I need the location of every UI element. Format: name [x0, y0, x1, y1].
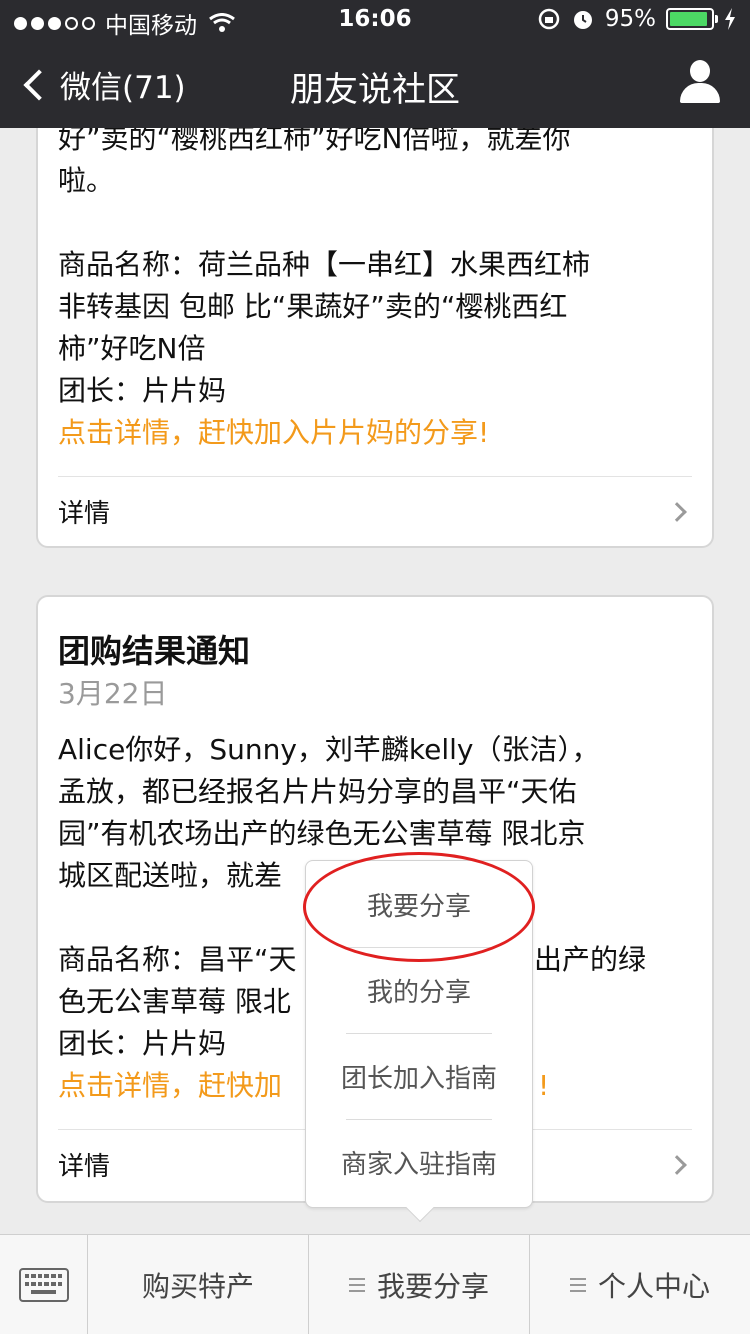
status-bar: 中国移动 16:06 95% — [0, 0, 750, 40]
bottom-toolbar: 购买特产 我要分享 个人中心 — [0, 1234, 750, 1334]
card-text-line: 园”有机农场出产的绿色无公害草莓 限北京 — [58, 817, 586, 850]
card-text-line: 啦。 — [58, 164, 115, 197]
status-right: 95% — [537, 6, 736, 32]
group-leader: 团长：片片妈 — [58, 374, 227, 407]
detail-link[interactable]: 详情 — [58, 476, 692, 546]
card-text-line: Alice你好，Sunny，刘芊麟kelly（张洁）， — [58, 733, 600, 766]
chevron-right-icon — [667, 501, 687, 522]
product-line: 柿”好吃N倍 — [58, 332, 206, 365]
menu-lines-icon — [569, 1277, 586, 1292]
product-line: 非转基因 包邮 比“果蔬好”卖的“樱桃西红 — [58, 290, 568, 323]
rotation-lock-icon — [538, 8, 560, 30]
message-card: 好”卖的“樱桃西红柿”好吃N倍啦，就差你 啦。 商品名称：荷兰品种【一串红】水果… — [36, 128, 714, 548]
join-cta-start: 点击详情，赶快加 — [58, 1069, 283, 1102]
detail-label: 详情 — [58, 499, 111, 529]
menu-lines-icon — [348, 1277, 365, 1292]
nav-bar: 微信(71) 朋友说社区 — [0, 40, 750, 128]
detail-label: 详情 — [58, 1152, 111, 1182]
card-text-line: 好”卖的“樱桃西红柿”好吃N倍啦，就差你 — [58, 128, 571, 155]
top-bar: 中国移动 16:06 95% 微信(71) 朋友说社区 — [0, 0, 750, 128]
alarm-icon — [573, 11, 592, 29]
join-cta: 点击详情，赶快加入片片妈的分享! — [58, 416, 490, 449]
charging-icon — [725, 8, 735, 30]
battery-icon — [666, 8, 718, 30]
chevron-right-icon — [667, 1154, 687, 1175]
product-line-end: 出产的绿 — [534, 943, 647, 976]
menu-item-merchant-guide[interactable]: 商家入驻指南 — [306, 1119, 532, 1205]
tab-label: 个人中心 — [597, 1269, 710, 1303]
card-date: 3月22日 — [58, 677, 168, 710]
battery-percent: 95% — [604, 6, 656, 32]
keyboard-toggle-button[interactable] — [0, 1235, 88, 1334]
tab-label: 购买特产 — [141, 1269, 254, 1303]
card-title: 团购结果通知 — [58, 632, 251, 670]
tab-label: 我要分享 — [376, 1269, 489, 1303]
product-line: 商品名称：荷兰品种【一串红】水果西红柿 — [58, 248, 591, 281]
tab-buy-specialty[interactable]: 购买特产 — [88, 1235, 309, 1334]
profile-icon[interactable] — [680, 60, 720, 104]
card-text-line: 孟放，都已经报名片片妈分享的昌平“天佑 — [58, 775, 577, 808]
page-title: 朋友说社区 — [290, 70, 460, 110]
keyboard-icon — [18, 1268, 69, 1302]
tab-personal-center[interactable]: 个人中心 — [530, 1235, 750, 1334]
product-line-start: 商品名称：昌平“天 — [58, 943, 297, 976]
red-highlight-circle — [303, 852, 535, 962]
tab-share[interactable]: 我要分享 — [309, 1235, 530, 1334]
menu-item-leader-guide[interactable]: 团长加入指南 — [306, 1033, 532, 1119]
join-cta-end: ! — [538, 1069, 550, 1102]
